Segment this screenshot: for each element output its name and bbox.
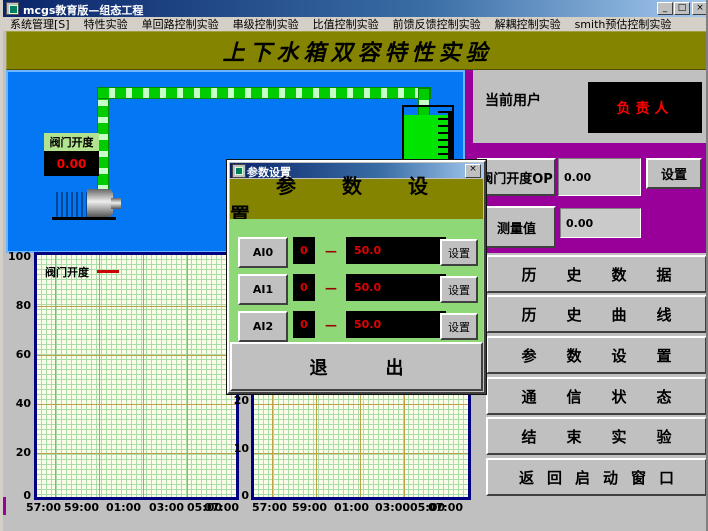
y-tick: 80 bbox=[5, 299, 31, 312]
high-limit-ai0[interactable]: 50.0 bbox=[346, 237, 446, 264]
y-tick: 20 bbox=[5, 446, 31, 459]
menu-item-decoupling[interactable]: 解耦控制实验 bbox=[488, 16, 568, 32]
return-start-window-button[interactable]: 返回启动窗口 bbox=[486, 458, 707, 496]
measured-value-field: 0.00 bbox=[560, 208, 641, 238]
maximize-button[interactable]: □ bbox=[674, 2, 690, 15]
page-title: 上下水箱双容特性实验 bbox=[6, 31, 708, 70]
range-dash: — bbox=[316, 237, 346, 264]
menu-item-smith[interactable]: smith预估控制实验 bbox=[568, 16, 679, 32]
x-tick: 59:00 bbox=[292, 501, 326, 514]
valve-op-label: 阀门开度OP bbox=[477, 158, 556, 196]
menu-item-ratio[interactable]: 比值控制实验 bbox=[306, 16, 386, 32]
y-tick: 10 bbox=[233, 442, 249, 455]
measured-value-label: 测量值 bbox=[477, 206, 556, 248]
end-experiment-button[interactable]: 结束实验 bbox=[486, 417, 707, 455]
x-tick: 07:00 bbox=[204, 501, 238, 514]
parameter-settings-dialog: 参数设置 × 参数设置 AI0 0 — 50.0 设置 AI1 0 — 50.0… bbox=[227, 160, 486, 394]
window-edge bbox=[3, 497, 6, 515]
dialog-header: 参数设置 bbox=[230, 179, 483, 219]
valve-trend-chart: 阀门开度 bbox=[34, 252, 239, 500]
set-button-ai0[interactable]: 设置 bbox=[440, 239, 478, 266]
history-curve-button[interactable]: 历史曲线 bbox=[486, 295, 707, 333]
y-tick: 60 bbox=[5, 348, 31, 361]
channel-label-ai0: AI0 bbox=[238, 237, 288, 268]
valve-opening-value: 0.00 bbox=[44, 151, 99, 176]
channel-label-ai1: AI1 bbox=[238, 274, 288, 305]
pump-body bbox=[87, 189, 113, 217]
pump-nozzle bbox=[111, 198, 121, 209]
low-limit-ai0[interactable]: 0 bbox=[293, 237, 315, 264]
set-button-ai2[interactable]: 设置 bbox=[440, 313, 478, 340]
y-tick: 100 bbox=[5, 250, 31, 263]
menu-item-cascade[interactable]: 串级控制实验 bbox=[226, 16, 306, 32]
range-dash: — bbox=[316, 274, 346, 301]
close-button[interactable]: × bbox=[692, 2, 708, 15]
low-limit-ai1[interactable]: 0 bbox=[293, 274, 315, 301]
y-tick: 20 bbox=[233, 394, 249, 407]
dialog-body: AI0 0 — 50.0 设置 AI1 0 — 50.0 设置 AI2 0 — … bbox=[230, 219, 483, 350]
x-tick: 57:00 bbox=[252, 501, 286, 514]
low-limit-ai2[interactable]: 0 bbox=[293, 311, 315, 338]
pipe-horizontal bbox=[97, 87, 431, 99]
valve-op-set-button[interactable]: 设置 bbox=[646, 158, 702, 189]
x-tick: 59:00 bbox=[64, 501, 98, 514]
dialog-exit-button[interactable]: 退出 bbox=[230, 342, 483, 391]
history-data-button[interactable]: 历史数据 bbox=[486, 255, 707, 293]
x-tick: 03:00 bbox=[149, 501, 183, 514]
high-limit-ai1[interactable]: 50.0 bbox=[346, 274, 446, 301]
x-tick: 07:00 bbox=[428, 501, 462, 514]
menu-item-single-loop[interactable]: 单回路控制实验 bbox=[135, 16, 226, 32]
current-user-panel: 当前用户 负责人 bbox=[473, 70, 708, 143]
x-tick: 01:00 bbox=[334, 501, 368, 514]
menu-bar: 系统管理[S] 特性实验 单回路控制实验 串级控制实验 比值控制实验 前馈反馈控… bbox=[3, 17, 708, 31]
x-tick: 03:00 bbox=[375, 501, 409, 514]
chart-legend-label: 阀门开度 bbox=[45, 264, 89, 280]
pump-motor bbox=[56, 192, 89, 218]
set-button-ai1[interactable]: 设置 bbox=[440, 276, 478, 303]
channel-label-ai2: AI2 bbox=[238, 311, 288, 342]
chart-legend-line bbox=[97, 270, 119, 273]
valve-op-input[interactable]: 0.00 bbox=[558, 158, 641, 196]
current-user-value: 负责人 bbox=[588, 82, 702, 133]
mcgs-window: mcgs教育版—组态工程 _ □ × 系统管理[S] 特性实验 单回路控制实验 … bbox=[0, 0, 708, 531]
valve-opening-label: 阀门开度 bbox=[44, 133, 99, 151]
high-limit-ai2[interactable]: 50.0 bbox=[346, 311, 446, 338]
parameter-settings-button[interactable]: 参数设置 bbox=[486, 336, 707, 374]
range-dash: — bbox=[316, 311, 346, 338]
comm-status-button[interactable]: 通信状态 bbox=[486, 377, 707, 415]
x-tick: 01:00 bbox=[106, 501, 140, 514]
y-tick: 40 bbox=[5, 397, 31, 410]
title-bar: mcgs教育版—组态工程 _ □ × bbox=[3, 0, 708, 17]
menu-item-characteristic[interactable]: 特性实验 bbox=[77, 16, 135, 32]
app-icon bbox=[6, 2, 19, 15]
menu-item-feedforward[interactable]: 前馈反馈控制实验 bbox=[386, 16, 488, 32]
panel-divider bbox=[465, 250, 708, 253]
minimize-button[interactable]: _ bbox=[657, 2, 673, 15]
menu-item-system[interactable]: 系统管理[S] bbox=[3, 16, 77, 32]
y-tick: 0 bbox=[233, 489, 249, 502]
current-user-label: 当前用户 bbox=[485, 90, 541, 110]
x-tick: 57:00 bbox=[26, 501, 60, 514]
